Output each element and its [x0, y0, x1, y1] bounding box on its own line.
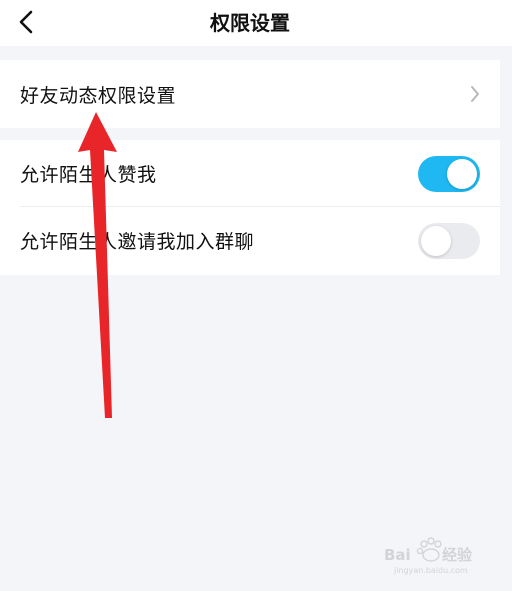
toggle-knob — [447, 158, 477, 189]
row-friend-feed-permissions[interactable]: 好友动态权限设置 — [0, 60, 500, 128]
settings-group-strangers: 允许陌生人赞我 允许陌生人邀请我加入群聊 — [0, 140, 500, 275]
watermark: Bai 经验 jingyan.baidu.com — [380, 533, 490, 577]
allow-stranger-group-invite-toggle[interactable] — [418, 222, 480, 259]
page-title: 权限设置 — [210, 11, 290, 35]
allow-stranger-likes-toggle[interactable] — [418, 155, 480, 192]
watermark-text-right: 经验 — [442, 546, 473, 564]
toggle-knob — [421, 225, 451, 256]
watermark-text-left: Bai — [384, 546, 411, 564]
row-label: 好友动态权限设置 — [20, 84, 177, 107]
watermark-subtext: jingyan.baidu.com — [393, 566, 468, 575]
row-label: 允许陌生人赞我 — [20, 164, 157, 186]
row-allow-stranger-group-invite: 允许陌生人邀请我加入群聊 — [0, 207, 500, 274]
row-allow-stranger-likes: 允许陌生人赞我 — [0, 140, 500, 207]
settings-group-feed: 好友动态权限设置 — [0, 60, 500, 128]
settings-page: 权限设置 好友动态权限设置 允许陌生人赞我 允许陌生人邀请我加入群聊 Bai 经… — [0, 0, 512, 591]
chevron-right-icon — [468, 84, 482, 104]
row-label: 允许陌生人邀请我加入群聊 — [20, 231, 255, 253]
baidu-paw-logo: Bai 经验 jingyan.baidu.com — [384, 537, 473, 575]
nav-bar: 权限设置 — [0, 0, 512, 46]
